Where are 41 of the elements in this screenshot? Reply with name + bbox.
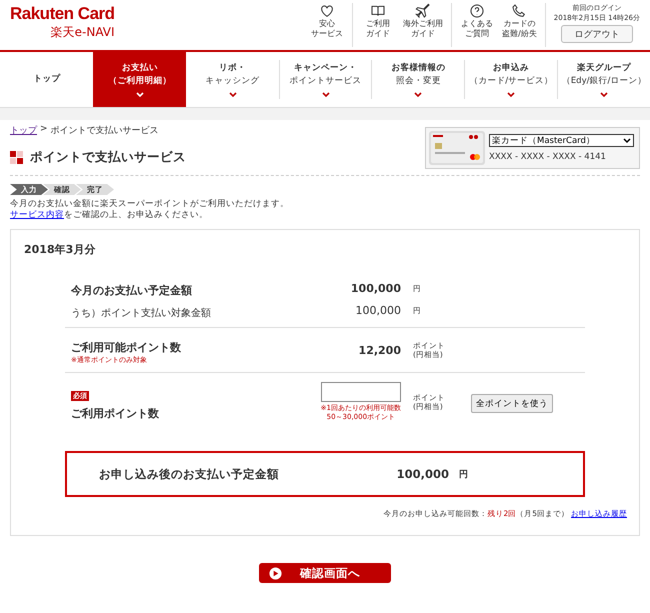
utility-link[interactable]: カードの 盗難/紛失 [502, 3, 537, 47]
utility-link[interactable]: ご利用 ガイド [361, 3, 396, 47]
brand-logo: Rakuten Card [10, 4, 115, 24]
row-label: ご利用ポイント数 [71, 407, 159, 420]
month-heading: 2018年3月分 [23, 242, 96, 257]
intro-text: をご確認の上、お申込みください。 [64, 210, 208, 220]
utility-link[interactable]: 海外ご利用 ガイド [403, 3, 444, 47]
intro-text: 今月のお支払い金額に楽天スーパーポイントがご利用いただけます。 [10, 199, 290, 210]
question-icon [469, 3, 486, 19]
confirm-button[interactable]: 確認画面へ [259, 563, 391, 583]
row-label: ご利用可能ポイント数 [71, 340, 181, 354]
utility-link[interactable]: よくある ご質問 [460, 3, 494, 47]
heart-icon [319, 3, 336, 19]
summary-unit: 円 [458, 468, 469, 480]
service-details-link[interactable]: サービス内容 [10, 210, 64, 220]
summary-value: 100,000 [396, 467, 449, 481]
page-title: ポイントで支払いサービス [30, 149, 186, 166]
summary-label: お申し込み後のお支払い予定金額 [99, 466, 280, 482]
breadcrumb-separator: > [40, 124, 48, 136]
breadcrumb-link[interactable]: トップ [10, 124, 37, 137]
card-number: XXXX - XXXX - XXXX - 4141 [489, 152, 607, 162]
play-icon [269, 566, 282, 580]
card-select[interactable]: 楽カード（MasterCard） [489, 134, 634, 147]
logo-subtitle: 楽天e-NAVI [50, 24, 115, 40]
row-label: うち）ポイント支払い対象金額 [71, 308, 211, 318]
nav-tab[interactable]: お支払い （ご利用明細） [92, 52, 186, 107]
chevron-down-icon [623, 138, 631, 144]
title-icon [10, 150, 24, 164]
amount-value: 12,200 [358, 344, 401, 356]
phone-icon [511, 3, 528, 19]
amount-value: 100,000 [354, 304, 401, 316]
utility-link[interactable]: 安心 サービス [310, 3, 344, 47]
nav-tab[interactable]: キャンペーン・ ポイントサービス [278, 60, 372, 99]
use-all-points-button[interactable]: 全ポイントを使う [471, 394, 553, 414]
amount-value: 100,000 [350, 282, 401, 294]
logout-button[interactable]: ログアウト [560, 25, 633, 43]
airplane-icon [415, 3, 432, 19]
points-input[interactable] [321, 382, 401, 402]
row-label: 今月のお支払い予定金額 [71, 284, 192, 296]
breadcrumb-current: ポイントで支払いサービス [50, 124, 159, 137]
nav-tab[interactable]: お客様情報の 照会・変更 [371, 60, 464, 99]
